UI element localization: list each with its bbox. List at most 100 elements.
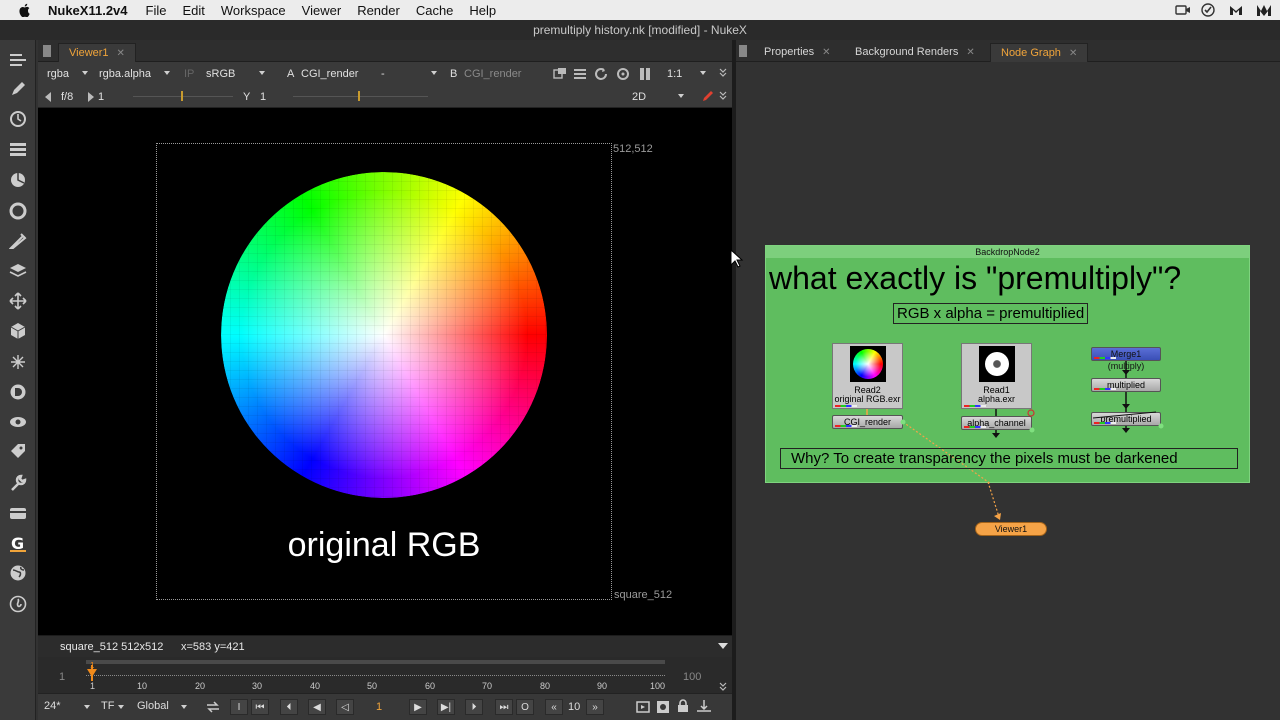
record-icon[interactable] — [656, 700, 670, 714]
menu-edit[interactable]: Edit — [182, 3, 204, 18]
go-to-end-button[interactable]: ⏭ — [495, 699, 513, 715]
wipe-operation-dropdown[interactable]: - — [381, 66, 385, 82]
menu-app-name[interactable]: NukeX11.2v4 — [48, 3, 128, 18]
expand-down-icon[interactable] — [719, 682, 727, 692]
close-icon[interactable]: ✕ — [1069, 48, 1077, 59]
expand-down-icon[interactable] — [719, 91, 727, 101]
tab-node-graph[interactable]: Node Graph ✕ — [990, 43, 1089, 62]
filter-icon[interactable] — [8, 201, 28, 221]
m-logo-icon[interactable] — [1256, 2, 1272, 18]
current-frame-input[interactable]: 1 — [376, 701, 382, 713]
transform-icon[interactable] — [8, 291, 28, 311]
fps-dropdown[interactable]: 24* — [44, 700, 61, 712]
menu-viewer[interactable]: Viewer — [302, 3, 342, 18]
b-input-dropdown[interactable]: CGI_render — [464, 66, 521, 82]
go-to-start-button[interactable]: ⏮ — [251, 699, 269, 715]
timeline-range-bar[interactable] — [86, 660, 665, 664]
list-icon[interactable] — [573, 67, 587, 81]
tab-viewer1[interactable]: Viewer1 ✕ — [58, 43, 136, 62]
tick-70: 70 — [482, 681, 493, 691]
color-icon[interactable] — [8, 170, 28, 190]
toolsets-icon[interactable] — [8, 473, 28, 493]
globe-icon[interactable] — [8, 563, 28, 583]
close-icon[interactable]: ✕ — [822, 47, 830, 58]
next-keyframe-button[interactable]: ⏵ — [465, 699, 483, 715]
panel-grip-icon[interactable] — [42, 44, 52, 58]
menu-render[interactable]: Render — [357, 3, 400, 18]
gizmo-g-icon[interactable]: G — [8, 533, 28, 553]
channel-icon[interactable] — [8, 140, 28, 160]
triangle-left-icon[interactable] — [45, 92, 51, 102]
refresh-icon[interactable] — [594, 67, 608, 81]
menu-cache[interactable]: Cache — [416, 3, 454, 18]
gain-slider[interactable] — [133, 96, 233, 97]
frame-increment-input[interactable]: 10 — [568, 701, 580, 713]
draw-icon[interactable] — [8, 79, 28, 99]
panel-grip-icon[interactable] — [738, 44, 748, 58]
view-mode-dropdown[interactable]: 2D — [632, 89, 646, 105]
playhead-sync-icon[interactable] — [696, 699, 712, 713]
previous-keyframe-button[interactable]: ⏴ — [280, 699, 298, 715]
frame-range-scope-dropdown[interactable]: Global — [137, 700, 169, 712]
triangle-right-icon[interactable] — [88, 92, 94, 102]
chevron-down-icon[interactable] — [718, 643, 728, 650]
out-point-button[interactable]: O — [516, 699, 534, 715]
gain-slider-handle[interactable] — [181, 91, 183, 101]
flipbook-icon[interactable] — [636, 700, 650, 714]
other-icon[interactable] — [8, 503, 28, 523]
image-io-icon[interactable] — [8, 50, 28, 70]
gamma-input[interactable]: 1 — [260, 89, 266, 105]
colorspace-dropdown[interactable]: sRGB — [206, 66, 235, 82]
next-frame-button[interactable]: ▶| — [437, 699, 455, 715]
deep-icon[interactable] — [8, 382, 28, 402]
viewer-canvas[interactable]: original RGB 512,512 square_512 — [38, 108, 732, 635]
in-point-button[interactable]: I — [230, 699, 248, 715]
paint-brush-icon[interactable] — [702, 90, 714, 102]
alpha-channel-dropdown[interactable]: rgba.alpha — [99, 66, 151, 82]
play-backward-button[interactable]: ◁ — [336, 699, 354, 715]
node-graph-canvas[interactable]: BackdropNode2 what exactly is "premultip… — [730, 62, 1280, 720]
channels-dropdown[interactable]: rgba — [47, 66, 69, 82]
particles-icon[interactable] — [8, 352, 28, 372]
pause-icon[interactable] — [638, 67, 652, 81]
gamma-slider-handle[interactable] — [358, 91, 360, 101]
skip-forward-button[interactable]: » — [586, 699, 604, 715]
timecode-format-dropdown[interactable]: TF — [101, 700, 114, 712]
metadata-icon[interactable] — [8, 442, 28, 462]
play-forward-button[interactable]: ▶ — [409, 699, 427, 715]
close-icon[interactable]: ✕ — [966, 47, 974, 58]
camera-icon[interactable] — [1175, 2, 1191, 18]
tab-properties[interactable]: Properties ✕ — [754, 43, 841, 62]
chevron-down-icon — [84, 705, 90, 709]
previous-frame-button[interactable]: ◀ — [308, 699, 326, 715]
tab-background-renders[interactable]: Background Renders ✕ — [845, 43, 985, 62]
zoom-dropdown[interactable]: 1:1 — [667, 66, 682, 82]
time-icon[interactable] — [8, 109, 28, 129]
lock-icon[interactable] — [676, 699, 690, 713]
menu-file[interactable]: File — [146, 3, 167, 18]
apple-icon[interactable] — [18, 3, 32, 17]
timeline-ruler[interactable] — [86, 675, 665, 676]
input-process-toggle[interactable]: IP — [184, 66, 194, 82]
malwarebytes-icon[interactable] — [1228, 2, 1244, 18]
a-input-dropdown[interactable]: CGI_render — [301, 66, 358, 82]
views-icon[interactable] — [8, 412, 28, 432]
menu-workspace[interactable]: Workspace — [221, 3, 286, 18]
overlay-icon[interactable] — [553, 67, 567, 81]
loop-mode-icon[interactable] — [205, 700, 221, 714]
viewer1-node[interactable]: Viewer1 — [975, 522, 1047, 536]
merge-icon[interactable] — [8, 261, 28, 281]
skip-back-button[interactable]: « — [545, 699, 563, 715]
3d-icon[interactable] — [8, 321, 28, 341]
menu-help[interactable]: Help — [469, 3, 496, 18]
gamma-slider[interactable] — [293, 96, 428, 97]
keyer-icon[interactable] — [8, 231, 28, 251]
expand-down-icon[interactable] — [719, 68, 727, 78]
close-icon[interactable]: ✕ — [117, 48, 125, 59]
timeline[interactable]: 1 1 1 10 20 30 40 50 60 70 80 90 100 100 — [38, 657, 732, 693]
checkmark-circle-icon[interactable] — [1200, 2, 1216, 18]
roi-gear-icon[interactable] — [616, 67, 630, 81]
furnace-icon[interactable] — [8, 594, 28, 614]
gain-input[interactable]: 1 — [98, 89, 104, 105]
backdrop-node[interactable]: BackdropNode2 what exactly is "premultip… — [765, 245, 1250, 484]
